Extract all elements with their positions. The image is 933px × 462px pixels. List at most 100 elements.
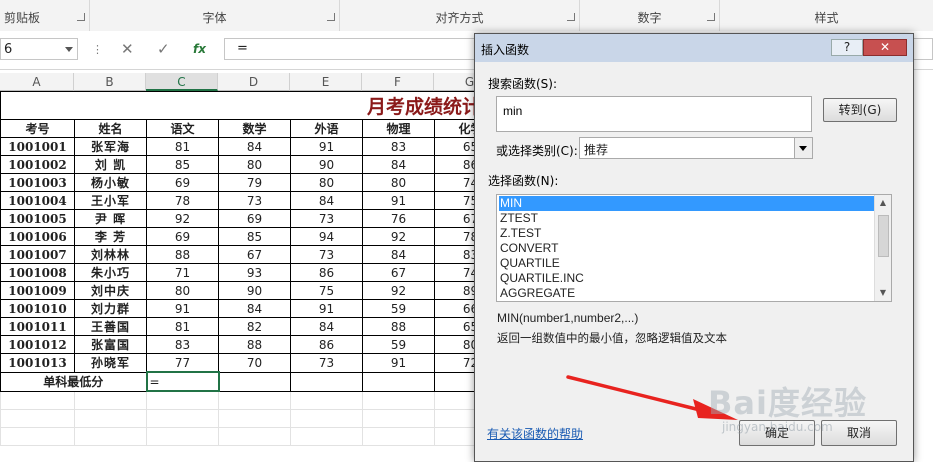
function-list-item[interactable]: AGGREGATE — [500, 286, 575, 301]
column-header-c[interactable]: C — [146, 73, 218, 91]
name-cell[interactable]: 刘力群 — [74, 299, 147, 318]
search-input[interactable] — [501, 103, 795, 119]
ok-button[interactable]: 确定 — [739, 420, 815, 446]
name-box[interactable]: 6 — [0, 38, 78, 60]
name-cell[interactable]: 杨小敏 — [74, 173, 147, 192]
score-cell[interactable]: 82 — [218, 317, 291, 336]
name-cell[interactable]: 孙晓军 — [74, 353, 147, 373]
dialog-launcher-icon[interactable] — [707, 13, 715, 21]
score-cell[interactable]: 90 — [290, 155, 363, 174]
name-cell[interactable]: 张富国 — [74, 335, 147, 354]
score-cell[interactable]: 69 — [146, 227, 219, 246]
score-cell[interactable]: 88 — [146, 245, 219, 264]
chevron-down-icon[interactable] — [794, 138, 812, 158]
dialog-launcher-icon[interactable] — [567, 13, 575, 21]
id-cell[interactable]: 1001007 — [0, 245, 75, 264]
score-cell[interactable]: 88 — [218, 335, 291, 354]
id-cell[interactable]: 1001012 — [0, 335, 75, 354]
name-cell[interactable]: 尹 晖 — [74, 209, 147, 228]
goto-button[interactable]: 转到(G) — [823, 98, 897, 122]
enter-icon[interactable]: ✓ — [157, 40, 170, 58]
table-cell[interactable] — [218, 371, 291, 392]
score-cell[interactable]: 59 — [362, 335, 435, 354]
score-cell[interactable]: 78 — [146, 191, 219, 210]
score-cell[interactable]: 81 — [146, 137, 219, 156]
score-cell[interactable]: 92 — [362, 227, 435, 246]
score-cell[interactable]: 67 — [362, 263, 435, 282]
name-cell[interactable]: 李 芳 — [74, 227, 147, 246]
function-list-item[interactable]: Z.TEST — [500, 226, 541, 241]
column-header-f[interactable]: F — [362, 73, 434, 91]
id-cell[interactable]: 1001003 — [0, 173, 75, 192]
header-cell[interactable]: 外语 — [290, 119, 363, 138]
name-cell[interactable]: 朱小巧 — [74, 263, 147, 282]
header-cell[interactable]: 考号 — [0, 119, 75, 138]
search-function-box[interactable] — [496, 96, 812, 132]
id-cell[interactable]: 1001009 — [0, 281, 75, 300]
function-list-item[interactable]: CONVERT — [500, 241, 558, 256]
cancel-button[interactable]: 取消 — [821, 420, 897, 446]
score-cell[interactable]: 93 — [218, 263, 291, 282]
score-cell[interactable]: 84 — [290, 191, 363, 210]
id-cell[interactable]: 1001013 — [0, 353, 75, 373]
column-header-e[interactable]: E — [290, 73, 362, 91]
id-cell[interactable]: 1001010 — [0, 299, 75, 318]
header-cell[interactable]: 语文 — [146, 119, 219, 138]
chevron-down-icon[interactable] — [65, 47, 73, 52]
table-cell[interactable] — [290, 371, 363, 392]
score-cell[interactable]: 73 — [290, 209, 363, 228]
name-cell[interactable]: 王小军 — [74, 191, 147, 210]
score-cell[interactable]: 85 — [146, 155, 219, 174]
help-button[interactable]: ? — [831, 39, 863, 56]
score-cell[interactable]: 91 — [290, 299, 363, 318]
footer-label[interactable]: 单科最低分 — [0, 371, 147, 392]
category-select[interactable]: 推荐 — [579, 137, 813, 159]
function-list-item[interactable]: QUARTILE — [500, 256, 560, 271]
score-cell[interactable]: 67 — [218, 245, 291, 264]
score-cell[interactable]: 71 — [146, 263, 219, 282]
dialog-titlebar[interactable]: 插入函数 ? ✕ — [475, 34, 913, 62]
function-list-item[interactable]: ZTEST — [500, 211, 538, 226]
score-cell[interactable]: 91 — [362, 191, 435, 210]
cancel-icon[interactable]: ✕ — [121, 40, 134, 58]
score-cell[interactable]: 80 — [146, 281, 219, 300]
table-cell[interactable] — [362, 371, 435, 392]
close-button[interactable]: ✕ — [863, 39, 907, 56]
score-cell[interactable]: 80 — [290, 173, 363, 192]
sheet-title[interactable]: 月考成绩统计表 — [0, 91, 507, 120]
score-cell[interactable]: 69 — [146, 173, 219, 192]
function-list[interactable]: MIN ZTEST Z.TEST CONVERT QUARTILE QUARTILE.IN… — [496, 194, 892, 302]
score-cell[interactable]: 80 — [362, 173, 435, 192]
score-cell[interactable]: 83 — [146, 335, 219, 354]
column-header-b[interactable]: B — [74, 73, 146, 91]
score-cell[interactable]: 81 — [146, 317, 219, 336]
dialog-launcher-icon[interactable] — [327, 13, 335, 21]
score-cell[interactable]: 77 — [146, 353, 219, 373]
score-cell[interactable]: 76 — [362, 209, 435, 228]
score-cell[interactable]: 84 — [218, 299, 291, 318]
score-cell[interactable]: 83 — [362, 137, 435, 156]
score-cell[interactable]: 86 — [290, 263, 363, 282]
score-cell[interactable]: 73 — [218, 191, 291, 210]
header-cell[interactable]: 物理 — [362, 119, 435, 138]
header-cell[interactable]: 数学 — [218, 119, 291, 138]
name-cell[interactable]: 刘 凯 — [74, 155, 147, 174]
score-cell[interactable]: 92 — [362, 281, 435, 300]
score-cell[interactable]: 79 — [218, 173, 291, 192]
score-cell[interactable]: 92 — [146, 209, 219, 228]
column-header-a[interactable]: A — [0, 73, 74, 91]
score-cell[interactable]: 91 — [362, 353, 435, 373]
score-cell[interactable]: 94 — [290, 227, 363, 246]
score-cell[interactable]: 73 — [290, 353, 363, 373]
id-cell[interactable]: 1001002 — [0, 155, 75, 174]
function-help-link[interactable]: 有关该函数的帮助 — [487, 425, 583, 442]
function-list-item[interactable]: MIN — [499, 196, 877, 211]
function-list-item[interactable]: QUARTILE.INC — [500, 271, 584, 286]
score-cell[interactable]: 59 — [362, 299, 435, 318]
name-cell[interactable]: 刘林林 — [74, 245, 147, 264]
score-cell[interactable]: 75 — [290, 281, 363, 300]
score-cell[interactable]: 84 — [362, 245, 435, 264]
name-cell[interactable]: 王善国 — [74, 317, 147, 336]
score-cell[interactable]: 80 — [218, 155, 291, 174]
name-cell[interactable]: 张军海 — [74, 137, 147, 156]
